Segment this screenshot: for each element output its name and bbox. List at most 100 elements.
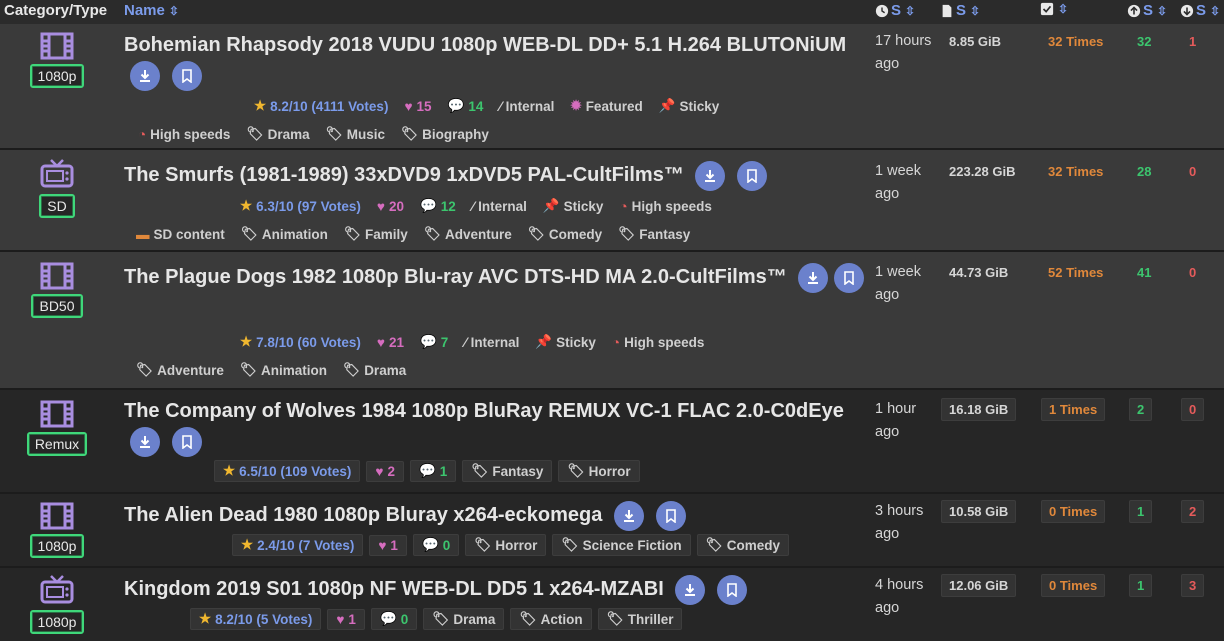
torrent-title[interactable]: The Plague Dogs 1982 1080p Blu-ray AVC D… xyxy=(124,260,864,294)
seeders-count[interactable]: 1 xyxy=(1129,500,1153,523)
snatched-count[interactable]: 0 Times xyxy=(1041,574,1106,597)
torrent-title[interactable]: The Smurfs (1981-1989) 33xDVD9 1xDVD5 PA… xyxy=(124,160,864,191)
tag-icon: 🏷 xyxy=(471,463,489,478)
genre-tag[interactable]: 🏷 Fantasy xyxy=(462,460,553,482)
genre-tag[interactable]: 🏷 Thriller xyxy=(597,608,683,630)
header-name[interactable]: Name ⇳ xyxy=(124,2,179,19)
sticky-tag: 📌 Sticky xyxy=(535,334,596,350)
download-button[interactable] xyxy=(130,426,160,457)
seeders-count[interactable]: 1 xyxy=(1129,574,1153,597)
internal-tag: ⁄ Internal xyxy=(471,198,527,214)
torrent-title[interactable]: Bohemian Rhapsody 2018 VUDU 1080p WEB-DL… xyxy=(124,30,864,91)
genre-tag[interactable]: 🏷 Animation xyxy=(236,360,331,380)
header-leechers-sort[interactable]: S ⇳ xyxy=(1180,2,1220,19)
likes-tag: ♥ 21 xyxy=(376,334,404,350)
leechers-count[interactable]: 0 xyxy=(1189,265,1196,280)
star-icon: ★ xyxy=(241,537,254,552)
category-cell[interactable]: Remux xyxy=(24,400,90,456)
tag-icon: 🏷 xyxy=(240,226,258,241)
genre-tag[interactable]: 🏷 Horror xyxy=(465,534,547,556)
tag-icon: 🏷 xyxy=(325,126,343,141)
tag-icon: 🏷 xyxy=(561,537,579,552)
snatched-count[interactable]: 32 Times xyxy=(1048,34,1103,49)
header-snatched-sort[interactable]: ⇳ xyxy=(1040,2,1068,16)
tv-icon xyxy=(40,575,74,604)
torrent-title[interactable]: Kingdom 2019 S01 1080p NF WEB-DL DD5 1 x… xyxy=(124,574,864,605)
torrent-title[interactable]: The Alien Dead 1980 1080p Bluray x264-ec… xyxy=(124,500,864,531)
category-cell[interactable]: 1080p xyxy=(24,502,90,558)
genre-tag[interactable]: 🏷 Adventure xyxy=(420,224,516,244)
genre-tag[interactable]: 🏷 Adventure xyxy=(132,360,228,380)
genre-tag[interactable]: 🏷 Biography xyxy=(397,124,493,144)
download-button[interactable] xyxy=(675,574,706,605)
snatched-count[interactable]: 52 Times xyxy=(1048,265,1103,280)
snatched-count[interactable]: 32 Times xyxy=(1048,164,1103,179)
file-icon xyxy=(942,4,952,17)
download-button[interactable] xyxy=(130,60,160,91)
resolution-badge: 1080p xyxy=(29,610,85,634)
header-size-sort[interactable]: S ⇳ xyxy=(940,2,980,19)
pin-icon: 📌 xyxy=(535,334,553,349)
magic-wand-icon: ⁄ xyxy=(499,98,502,114)
seeders-count[interactable]: 2 xyxy=(1129,398,1153,421)
category-cell[interactable]: 1080p xyxy=(24,32,90,88)
category-cell[interactable]: 1080p xyxy=(24,574,90,634)
bookmark-button[interactable] xyxy=(716,574,747,605)
bookmark-button[interactable] xyxy=(655,500,686,531)
film-icon xyxy=(40,32,74,60)
genre-tag[interactable]: 🏷 Comedy xyxy=(524,224,606,244)
leechers-count[interactable]: 0 xyxy=(1189,164,1196,179)
sort-icon: ⇳ xyxy=(168,3,179,18)
bookmark-button[interactable] xyxy=(171,60,202,91)
heart-icon: ♥ xyxy=(376,198,385,214)
torrent-genres: ◔ High speeds 🏷 Drama 🏷 Music 🏷 Biography xyxy=(134,124,493,144)
download-button[interactable] xyxy=(798,262,829,293)
likes-tag: ♥ 15 xyxy=(404,98,432,114)
comment-icon: 💬 xyxy=(419,334,437,349)
pin-icon: 📌 xyxy=(658,98,676,113)
leechers-count[interactable]: 2 xyxy=(1181,500,1205,523)
table-header: Category/Type Name ⇳ S ⇳ S ⇳ ⇳ S ⇳ S ⇳ xyxy=(0,0,1224,24)
category-cell[interactable]: SD xyxy=(24,158,90,218)
upload-time: 1 hour ago xyxy=(875,401,917,440)
category-cell[interactable]: BD50 xyxy=(24,262,90,318)
leechers-count[interactable]: 3 xyxy=(1181,574,1205,597)
film-icon xyxy=(40,262,74,290)
header-category-type[interactable]: Category/Type xyxy=(4,2,107,19)
genre-tag[interactable]: 🏷 Drama xyxy=(339,360,410,380)
genre-tag[interactable]: 🏷 Drama xyxy=(242,124,313,144)
genre-tag[interactable]: 🏷 Family xyxy=(340,224,412,244)
seeders-count[interactable]: 41 xyxy=(1137,265,1151,280)
table-row: 1080p The Alien Dead 1980 1080p Bluray x… xyxy=(0,494,1224,568)
bookmark-icon xyxy=(181,434,192,449)
genre-tag[interactable]: 🏷 Music xyxy=(322,124,389,144)
genre-tag[interactable]: 🏷 Comedy xyxy=(696,534,789,556)
resolution-badge: 1080p xyxy=(29,534,85,558)
rating-tag: ★ 7.8/10 (60 Votes) xyxy=(240,334,361,350)
seeders-count[interactable]: 28 xyxy=(1137,164,1151,179)
genre-tag[interactable]: 🏷 Science Fiction xyxy=(552,534,691,556)
snatched-count[interactable]: 0 Times xyxy=(1041,500,1106,523)
genre-tag[interactable]: 🏷 Fantasy xyxy=(614,224,694,244)
bookmark-button[interactable] xyxy=(833,262,864,293)
torrent-title[interactable]: The Company of Wolves 1984 1080p BluRay … xyxy=(124,396,844,457)
tag-icon: 🏷 xyxy=(423,226,441,241)
genre-tag[interactable]: 🏷 Drama xyxy=(423,608,505,630)
header-time-sort[interactable]: S ⇳ xyxy=(875,2,915,19)
header-seeders-sort[interactable]: S ⇳ xyxy=(1127,2,1167,19)
genre-tag[interactable]: 🏷 Horror xyxy=(558,460,640,482)
tv-icon xyxy=(40,159,74,188)
file-size: 44.73 GiB xyxy=(949,265,1009,280)
bookmark-button[interactable] xyxy=(171,426,202,457)
snatched-count[interactable]: 1 Times xyxy=(1041,398,1106,421)
genre-tag[interactable]: 🏷 Animation xyxy=(237,224,332,244)
download-button[interactable] xyxy=(695,160,726,191)
download-button[interactable] xyxy=(613,500,644,531)
star-icon: ★ xyxy=(254,98,267,113)
leechers-count[interactable]: 0 xyxy=(1181,398,1205,421)
download-icon xyxy=(140,69,150,82)
bookmark-button[interactable] xyxy=(736,160,767,191)
seeders-count[interactable]: 32 xyxy=(1137,34,1151,49)
genre-tag[interactable]: 🏷 Action xyxy=(510,608,592,630)
leechers-count[interactable]: 1 xyxy=(1189,34,1196,49)
